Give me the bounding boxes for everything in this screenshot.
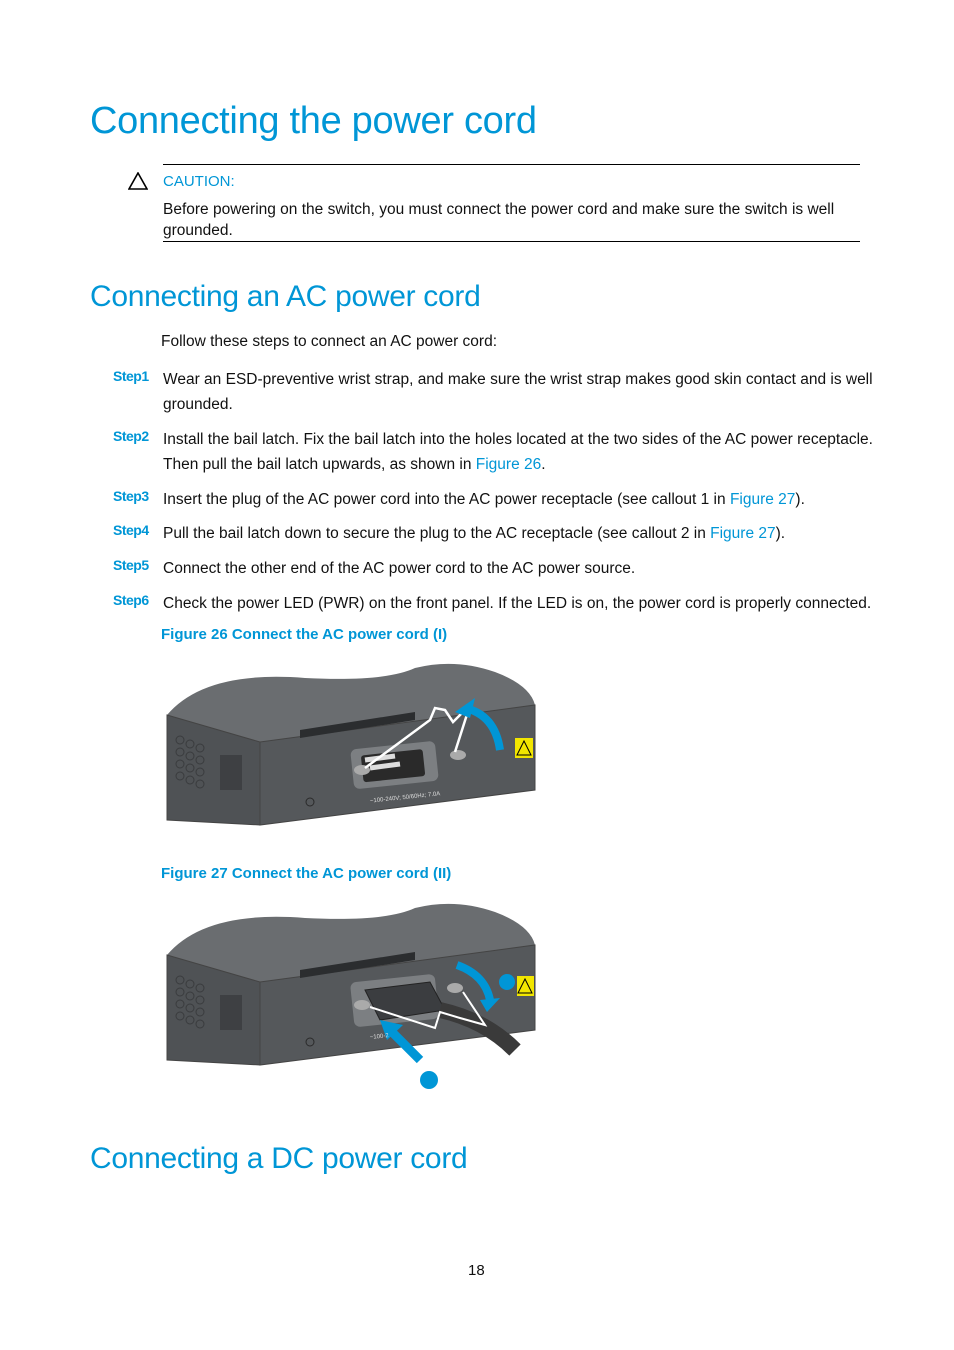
figure-27-link[interactable]: Figure 27 [730,491,795,508]
figure-27-link[interactable]: Figure 27 [710,525,775,542]
step-text-part: ). [775,525,786,542]
section-heading-ac: Connecting an AC power cord [90,280,481,313]
step-text: Install the bail latch. Fix the bail lat… [163,427,873,477]
step-text: Pull the bail latch down to secure the p… [163,521,873,546]
step-text-part: Insert the plug of the AC power cord int… [163,491,730,508]
step-label: Step5 [113,557,149,573]
caution-text: Before powering on the switch, you must … [163,201,835,239]
callout-1-marker [420,1071,438,1089]
step-label: Step6 [113,592,149,608]
page-title: Connecting the power cord [90,100,537,142]
latch-hole-right [447,983,463,993]
step-label: Step2 [113,428,149,444]
step-text: Wear an ESD-preventive wrist strap, and … [163,371,873,413]
step-text-part: ). [795,491,805,508]
step-label: Step4 [113,522,149,538]
figure-26-switch-illustration: ~100-240V; 50/60Hz; 7.0A [166,663,536,826]
caution-bottom-rule [163,241,860,242]
figure-26-link[interactable]: Figure 26 [476,456,541,473]
side-grille-icon [220,755,242,790]
step-label: Step1 [113,368,149,384]
step-text: Connect the other end of the AC power co… [163,560,636,577]
step-text: Insert the plug of the AC power cord int… [163,487,873,512]
side-grille-icon [220,995,242,1030]
latch-hole-right [450,750,466,760]
figure-27-switch-illustration: ~100-2 [166,903,536,1089]
step-label: Step3 [113,488,149,504]
ac-intro: Follow these steps to connect an AC powe… [161,333,498,350]
caution-label: CAUTION: [163,173,235,190]
page-number: 18 [468,1262,485,1279]
figure-26-caption: Figure 26 Connect the AC power cord (I) [161,626,448,643]
section-heading-dc: Connecting a DC power cord [90,1142,468,1175]
step-text-part: Pull the bail latch down to secure the p… [163,525,711,542]
step-text-part: . [541,456,546,473]
latch-hole-left [354,1000,370,1010]
figure-27-caption: Figure 27 Connect the AC power cord (II) [161,865,452,882]
caution-top-rule [163,164,860,165]
caution-triangle-icon [128,172,148,190]
step-text: Check the power LED (PWR) on the front p… [163,595,872,612]
callout-2-marker [499,974,515,990]
